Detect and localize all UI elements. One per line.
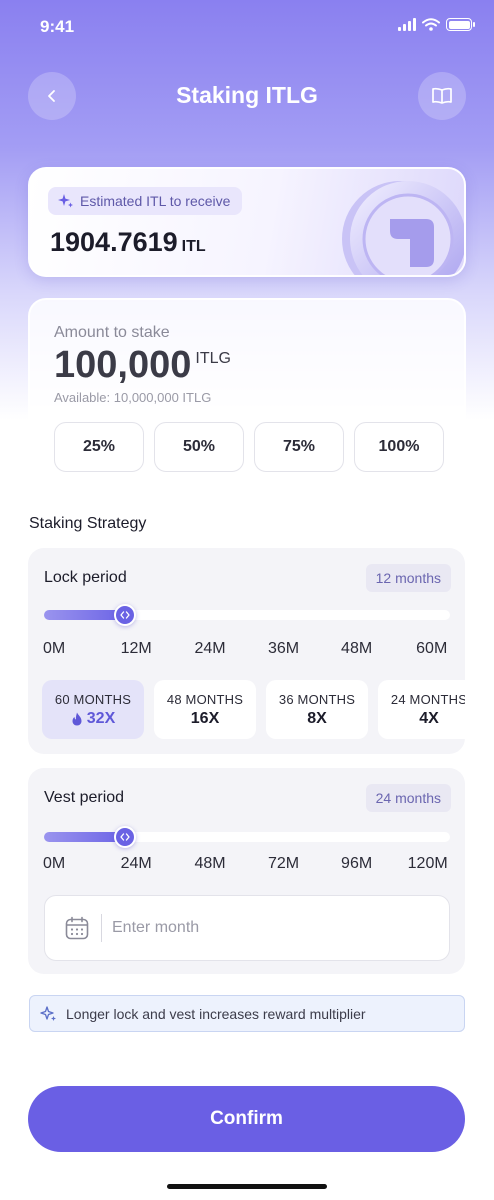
lock-tick: 48M — [341, 640, 373, 657]
hint-text: Longer lock and vest increases reward mu… — [66, 1005, 366, 1022]
multiplier-card-48-months[interactable]: 48 MONTHS 16X — [154, 680, 256, 739]
vest-tick: 120M — [407, 855, 448, 872]
percent-75-button[interactable]: 75% — [254, 422, 344, 472]
vest-period-slider[interactable] — [44, 826, 450, 848]
stake-amount: 100,000 — [54, 344, 192, 386]
lock-tick: 12M — [120, 640, 152, 657]
estimate-unit: ITL — [181, 238, 206, 255]
percent-25-button[interactable]: 25% — [54, 422, 144, 472]
lock-tick-labels: 0M 12M 24M 36M 48M 60M — [43, 640, 450, 660]
input-divider — [101, 914, 102, 942]
status-time: 9:41 — [40, 17, 75, 36]
multiplier-card-36-months[interactable]: 36 MONTHS 8X — [266, 680, 368, 739]
vest-tick: 24M — [120, 855, 152, 872]
multiplier-hint: Longer lock and vest increases reward mu… — [29, 995, 465, 1032]
wifi-icon — [422, 18, 440, 31]
vest-slider-thumb[interactable] — [114, 826, 137, 848]
vest-period-title: Vest period — [44, 789, 125, 806]
multiplier-months: 24 MONTHS — [390, 691, 465, 707]
multiplier-months: 60 MONTHS — [54, 691, 132, 707]
drag-arrows-icon — [120, 833, 130, 841]
sparkle-icon — [58, 194, 73, 208]
multiplier-value: 4X — [419, 709, 439, 727]
stake-amount-card: Amount to stake 100,000 ITLG Available: 1… — [28, 298, 466, 488]
calendar-icon — [63, 914, 91, 942]
sparkle-icon — [40, 1005, 56, 1021]
lock-period-title: Lock period — [44, 569, 127, 586]
lock-period-slider[interactable] — [44, 604, 450, 626]
lock-period-badge: 12 months — [365, 564, 451, 592]
vest-tick: 72M — [267, 855, 300, 872]
multiplier-value-text: 32X — [86, 709, 116, 727]
estimate-label: Estimated ITL to receive — [80, 193, 231, 209]
flame-icon — [72, 712, 82, 725]
multiplier-months: 48 MONTHS — [166, 691, 244, 707]
coin-icon — [342, 181, 464, 275]
stake-amount-input[interactable]: 100,000 ITLG — [54, 344, 231, 387]
status-icons — [398, 18, 475, 31]
vest-tick: 96M — [341, 855, 373, 872]
vest-period-panel: Vest period 24 months 0M 24M 48M 72M 96M… — [28, 768, 465, 974]
cellular-signal-icon — [398, 18, 416, 31]
vest-tick-labels: 0M 24M 48M 72M 96M 120M — [43, 855, 450, 875]
percent-100-button[interactable]: 100% — [354, 422, 444, 472]
lock-tick: 0M — [43, 640, 66, 657]
multiplier-card-60-months[interactable]: 60 MONTHS 32X — [42, 680, 144, 739]
multiplier-options: 60 MONTHS 32X 48 MONTHS 16X 36 MONTHS 8X… — [42, 680, 465, 739]
percent-50-button[interactable]: 50% — [154, 422, 244, 472]
multiplier-value: 16X — [190, 709, 220, 727]
stake-unit: ITLG — [195, 350, 231, 367]
home-indicator — [167, 1184, 327, 1189]
lock-period-panel: Lock period 12 months 0M 12M 24M 36M 48M… — [28, 548, 465, 754]
estimate-label-pill: Estimated ITL to receive — [48, 187, 243, 215]
available-balance: Available: 10,000,000 ITLG — [54, 390, 212, 405]
page-header: Staking ITLG — [0, 70, 494, 122]
confirm-button[interactable]: Confirm — [28, 1086, 465, 1152]
month-input-field[interactable] — [44, 895, 450, 961]
lock-tick: 24M — [194, 640, 226, 657]
battery-icon — [446, 18, 475, 31]
lock-tick: 36M — [267, 640, 300, 657]
staking-strategy-title: Staking Strategy — [29, 515, 147, 532]
multiplier-card-24-months[interactable]: 24 MONTHS 4X — [378, 680, 465, 739]
vest-tick: 0M — [43, 855, 66, 872]
stake-label: Amount to stake — [54, 324, 170, 341]
vest-tick: 48M — [194, 855, 226, 872]
guide-button[interactable] — [418, 72, 466, 120]
month-input[interactable] — [112, 919, 392, 937]
book-open-icon — [432, 87, 452, 104]
drag-arrows-icon — [120, 611, 130, 619]
estimate-amount: 1904.7619 — [50, 227, 178, 257]
vest-slider-fill — [44, 832, 126, 842]
multiplier-value: 8X — [307, 709, 327, 727]
vest-period-badge: 24 months — [365, 784, 451, 812]
estimate-value: 1904.7619 ITL — [50, 227, 206, 258]
status-bar: 9:41 — [0, 0, 494, 54]
lock-slider-fill — [44, 610, 126, 620]
estimate-card: Estimated ITL to receive 1904.7619 ITL — [28, 167, 466, 277]
multiplier-months: 36 MONTHS — [278, 691, 356, 707]
multiplier-value: 32X — [71, 710, 115, 728]
lock-slider-thumb[interactable] — [114, 604, 137, 626]
lock-tick: 60M — [416, 640, 448, 657]
percent-options: 25% 50% 75% 100% — [54, 422, 444, 472]
